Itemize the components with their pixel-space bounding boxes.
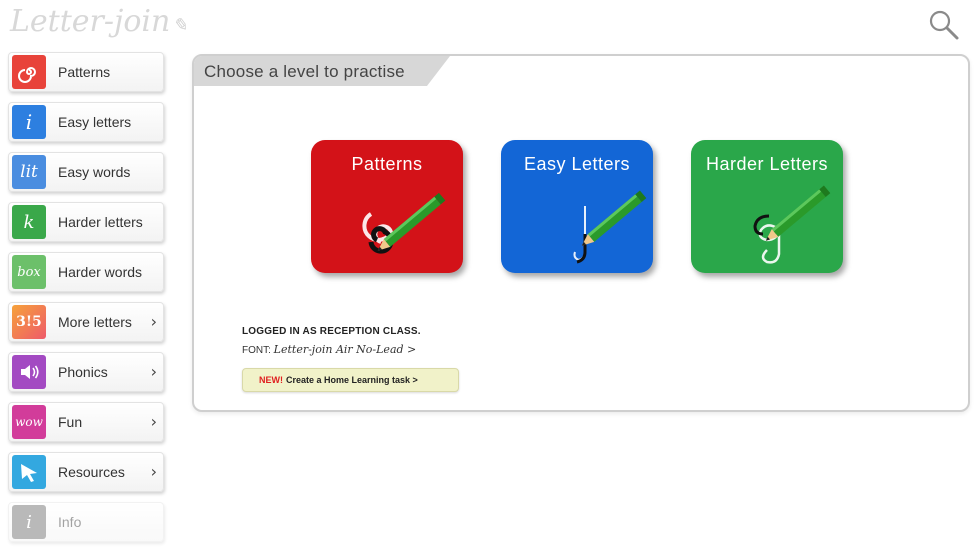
chevron-right-icon: › <box>150 462 157 481</box>
sidebar-item-label: Phonics <box>58 364 108 380</box>
sidebar-item-label: Harder words <box>58 264 143 280</box>
sidebar-item-harder-words[interactable]: box Harder words <box>8 252 164 292</box>
sidebar-item-easy-letters[interactable]: i Easy letters <box>8 102 164 142</box>
pen-icon: ✎ <box>172 15 188 36</box>
sidebar-item-resources[interactable]: Resources › <box>8 452 164 492</box>
font-setting: FONT: Letter-join Air No-Lead > <box>242 343 416 356</box>
sidebar-item-more-letters[interactable]: 3!5 More letters › <box>8 302 164 342</box>
font-prefix: FONT: <box>242 345 271 356</box>
pattern-pencil-icon <box>362 192 446 254</box>
speaker-icon <box>12 355 46 389</box>
chevron-right-icon: › <box>150 412 157 431</box>
sidebar-item-label: Harder letters <box>58 214 143 230</box>
level-panel: Choose a level to practise Patterns Easy… <box>192 54 970 412</box>
chevron-right-icon: › <box>150 312 157 331</box>
level-card-easy-letters[interactable]: Easy Letters <box>501 140 653 273</box>
sidebar-nav: Patterns i Easy letters lit Easy words k… <box>8 52 164 552</box>
letter-join-logo[interactable]: Letter-join ✎ <box>10 4 187 42</box>
fun-icon: wow <box>12 405 46 439</box>
easy-letters-icon: i <box>12 105 46 139</box>
sidebar-item-label: Easy letters <box>58 114 132 130</box>
resources-icon <box>12 455 46 489</box>
logged-in-status: LOGGED IN AS RECEPTION CLASS. <box>242 326 421 337</box>
task-button-label: Create a Home Learning task > <box>286 375 418 385</box>
letter-pencil-icon <box>753 185 831 264</box>
sidebar-item-label: Info <box>58 514 82 530</box>
new-badge: NEW! <box>259 375 283 385</box>
logo-text: Letter-join <box>10 4 171 39</box>
harder-words-icon: box <box>12 255 46 289</box>
home-learning-task-button[interactable]: NEW! Create a Home Learning task > <box>242 368 459 392</box>
sidebar-item-label: Resources <box>58 464 125 480</box>
info-icon: i <box>12 505 46 539</box>
more-letters-icon: 3!5 <box>12 305 46 339</box>
level-card-harder-letters[interactable]: Harder Letters <box>691 140 843 273</box>
font-link[interactable]: Letter-join Air No-Lead > <box>274 343 417 356</box>
chevron-right-icon: › <box>150 362 157 381</box>
sidebar-item-easy-words[interactable]: lit Easy words <box>8 152 164 192</box>
sidebar-item-label: Patterns <box>58 64 111 80</box>
sidebar-item-phonics[interactable]: Phonics › <box>8 352 164 392</box>
search-icon[interactable] <box>927 8 961 42</box>
page-title: Choose a level to practise <box>204 62 405 81</box>
sidebar-item-fun[interactable]: wow Fun › <box>8 402 164 442</box>
patterns-icon <box>12 55 46 89</box>
harder-letters-icon: k <box>12 205 46 239</box>
sidebar-item-label: Easy words <box>58 164 131 180</box>
sidebar-item-patterns[interactable]: Patterns <box>8 52 164 92</box>
letter-pencil-icon <box>573 190 647 264</box>
easy-words-icon: lit <box>12 155 46 189</box>
sidebar-item-label: Fun <box>58 414 83 430</box>
level-card-patterns[interactable]: Patterns <box>311 140 463 273</box>
sidebar-item-label: More letters <box>58 314 132 330</box>
sidebar-item-harder-letters[interactable]: k Harder letters <box>8 202 164 242</box>
sidebar-item-info[interactable]: i Info <box>8 502 164 542</box>
